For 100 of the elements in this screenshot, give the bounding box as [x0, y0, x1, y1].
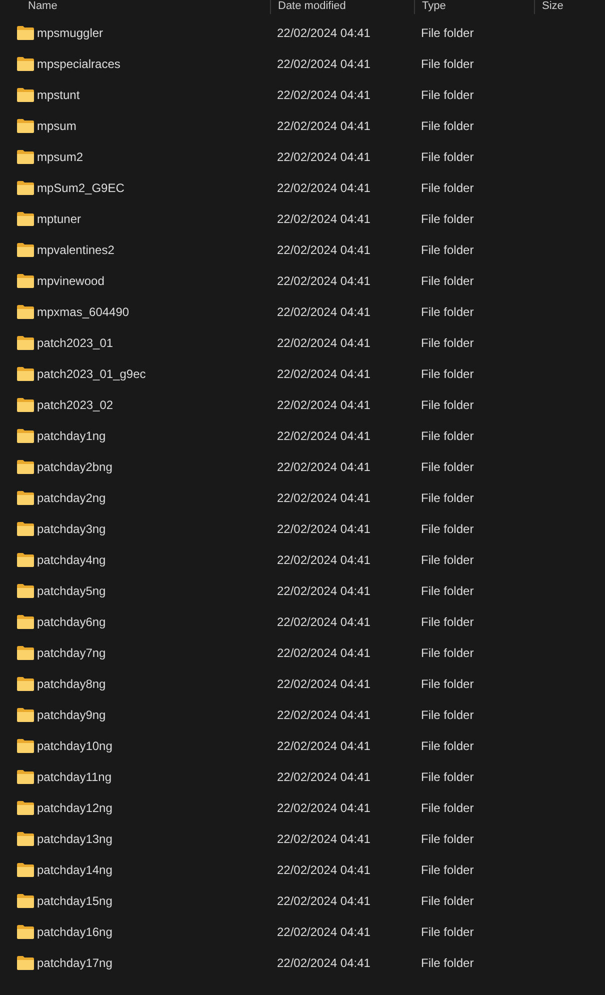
folder-icon [17, 118, 34, 132]
date-modified: 22/02/2024 04:41 [277, 212, 370, 226]
folder-icon [17, 428, 34, 442]
folder-icon [17, 862, 34, 876]
folder-icon [17, 242, 34, 256]
date-modified: 22/02/2024 04:41 [277, 738, 370, 752]
folder-icon [17, 26, 34, 40]
file-name[interactable]: patchday3ng [37, 520, 106, 538]
file-name[interactable]: patchday13ng [37, 830, 112, 848]
file-type: File folder [421, 304, 474, 318]
file-type: File folder [421, 800, 474, 814]
file-name[interactable]: mpspecialraces [37, 54, 120, 72]
folder-icon [17, 646, 34, 660]
file-name[interactable]: patchday5ng [37, 582, 106, 600]
column-header[interactable]: Name [0, 0, 58, 12]
file-type: File folder [421, 770, 474, 784]
file-type: File folder [421, 522, 474, 536]
folder-icon [17, 366, 34, 380]
date-modified: 22/02/2024 04:41 [277, 460, 370, 474]
file-name[interactable]: patchday9ng [37, 706, 106, 724]
file-name[interactable]: mpvinewood [37, 272, 104, 290]
folder-icon [17, 304, 34, 318]
date-modified: 22/02/2024 04:41 [277, 800, 370, 814]
date-modified: 22/02/2024 04:41 [277, 708, 370, 722]
file-type: File folder [421, 894, 474, 908]
date-modified: 22/02/2024 04:41 [277, 274, 370, 288]
file-name[interactable]: patchday2bng [37, 458, 112, 476]
folder-icon [17, 738, 34, 752]
file-name[interactable]: mpsum [37, 116, 76, 134]
file-type: File folder [421, 460, 474, 474]
file-type: File folder [421, 862, 474, 876]
date-modified: 22/02/2024 04:41 [277, 490, 370, 504]
file-name[interactable]: patch2023_01_g9ec [37, 364, 146, 382]
folder-icon [17, 212, 34, 226]
file-name[interactable]: patchday15ng [37, 892, 112, 910]
date-modified: 22/02/2024 04:41 [277, 56, 370, 70]
column-header[interactable]: Type [415, 0, 446, 12]
file-name[interactable]: mptuner [37, 210, 82, 228]
date-modified: 22/02/2024 04:41 [277, 956, 370, 970]
date-modified: 22/02/2024 04:41 [277, 428, 370, 442]
file-name[interactable]: patchday12ng [37, 798, 112, 816]
date-modified: 22/02/2024 04:41 [277, 522, 370, 536]
folder-icon [17, 894, 34, 908]
file-type: File folder [421, 366, 474, 380]
file-name[interactable]: mpSum2_G9EC [37, 178, 124, 196]
date-modified: 22/02/2024 04:41 [277, 676, 370, 690]
date-modified: 22/02/2024 04:41 [277, 770, 370, 784]
file-name[interactable]: mpvalentines2 [37, 240, 114, 258]
date-modified: 22/02/2024 04:41 [277, 398, 370, 412]
file-type: File folder [421, 398, 474, 412]
date-modified: 22/02/2024 04:41 [277, 336, 370, 350]
date-modified: 22/02/2024 04:41 [277, 894, 370, 908]
file-type: File folder [421, 428, 474, 442]
file-name[interactable]: patchday14ng [37, 860, 112, 878]
file-name[interactable]: patchday11ng [37, 768, 112, 786]
folder-icon [17, 676, 34, 690]
file-name[interactable]: patch2023_02 [37, 396, 114, 414]
date-modified: 22/02/2024 04:41 [277, 180, 370, 194]
file-type: File folder [421, 552, 474, 566]
file-name[interactable]: mpsmuggler [37, 24, 104, 42]
file-type: File folder [421, 614, 474, 628]
file-name[interactable]: mpstunt [37, 86, 80, 104]
file-name[interactable]: patch2023_01 [37, 334, 114, 352]
date-modified: 22/02/2024 04:41 [277, 552, 370, 566]
file-name[interactable]: patchday1ng [37, 426, 106, 444]
date-modified: 22/02/2024 04:41 [277, 584, 370, 598]
file-name[interactable]: patchday4ng [37, 550, 106, 568]
file-type: File folder [421, 924, 474, 938]
folder-icon [17, 832, 34, 846]
file-name[interactable]: patchday7ng [37, 644, 106, 662]
file-type: File folder [421, 150, 474, 164]
file-name[interactable]: patchday6ng [37, 612, 106, 630]
folder-icon [17, 398, 34, 412]
folder-icon [17, 490, 34, 504]
folder-icon [17, 956, 34, 970]
file-name[interactable]: mpsum2 [37, 148, 84, 166]
file-type: File folder [421, 738, 474, 752]
file-name[interactable]: patchday16ng [37, 922, 112, 940]
file-name[interactable]: patchday10ng [37, 736, 112, 754]
file-name[interactable]: patchday8ng [37, 674, 106, 692]
file-type: File folder [421, 274, 474, 288]
column-header[interactable]: Size [535, 0, 564, 12]
date-modified: 22/02/2024 04:41 [277, 242, 370, 256]
date-modified: 22/02/2024 04:41 [277, 924, 370, 938]
file-type: File folder [421, 88, 474, 102]
date-modified: 22/02/2024 04:41 [277, 862, 370, 876]
file-name[interactable]: patchday17ng [37, 954, 112, 972]
folder-icon [17, 522, 34, 536]
date-modified: 22/02/2024 04:41 [277, 304, 370, 318]
folder-icon [17, 336, 34, 350]
file-type: File folder [421, 118, 474, 132]
file-name[interactable]: mpxmas_604490 [37, 302, 130, 320]
folder-icon [17, 708, 34, 722]
file-type: File folder [421, 56, 474, 70]
file-type: File folder [421, 336, 474, 350]
date-modified: 22/02/2024 04:41 [277, 832, 370, 846]
folder-icon [17, 56, 34, 70]
file-type: File folder [421, 832, 474, 846]
column-header[interactable]: Date modified [271, 0, 346, 12]
file-name[interactable]: patchday2ng [37, 488, 106, 506]
